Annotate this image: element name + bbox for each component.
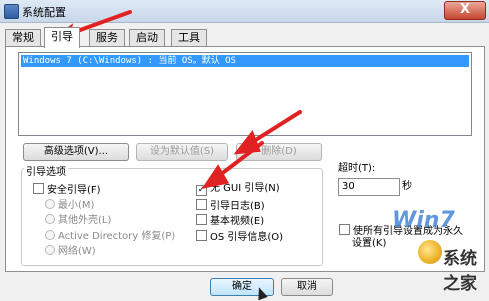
os-boot-info-checkbox[interactable]: [196, 230, 207, 241]
boot-log-label: 引导日志(B): [210, 201, 265, 212]
cancel-button[interactable]: 取消: [281, 278, 333, 296]
ad-repair-option[interactable]: Active Directory 修复(P): [45, 230, 175, 243]
network-label: 网络(W): [58, 246, 96, 257]
close-button[interactable]: X: [444, 1, 486, 20]
timeout-input[interactable]: 30: [338, 178, 400, 196]
tab-boot[interactable]: 引导: [44, 27, 80, 48]
minimal-radio[interactable]: [45, 199, 55, 209]
delete-button[interactable]: 删除(D): [236, 143, 322, 161]
os-boot-info-option[interactable]: OS 引导信息(O): [196, 230, 283, 244]
make-permanent-label-line2: 设置(K): [352, 238, 387, 249]
timeout-label: 超时(T):: [338, 163, 376, 174]
safe-boot-label: 安全引导(F): [47, 185, 101, 196]
safe-boot-option[interactable]: 安全引导(F): [33, 183, 101, 197]
advanced-options-button[interactable]: 高级选项(V)...: [23, 143, 129, 161]
window-title: 系统配置: [22, 6, 66, 19]
tab-tools[interactable]: 工具: [171, 29, 207, 46]
app-icon: [4, 4, 19, 19]
os-boot-info-label: OS 引导信息(O): [210, 232, 284, 243]
tab-startup[interactable]: 启动: [129, 29, 165, 46]
alternate-shell-option[interactable]: 其他外壳(L): [45, 214, 111, 227]
os-list[interactable]: Windows 7 (C:\Windows) : 当前 OS。默认 OS: [18, 52, 472, 136]
alternate-shell-label: 其他外壳(L): [58, 215, 112, 226]
ad-repair-label: Active Directory 修复(P): [58, 231, 176, 242]
no-gui-boot-label: 无 GUI 引导(N): [210, 183, 280, 194]
boot-options-label: 引导选项: [24, 163, 68, 178]
timeout-unit: 秒: [402, 181, 412, 192]
watermark-logo-icon: [418, 240, 442, 264]
minimal-label: 最小(M): [58, 200, 95, 211]
safe-boot-checkbox[interactable]: [33, 183, 44, 194]
boot-log-option[interactable]: 引导日志(B): [196, 199, 265, 213]
network-option[interactable]: 网络(W): [45, 245, 96, 258]
ad-repair-radio[interactable]: [45, 230, 55, 240]
base-video-checkbox[interactable]: [196, 214, 207, 225]
boot-log-checkbox[interactable]: [196, 199, 207, 210]
no-gui-boot-option[interactable]: ✓ 无 GUI 引导(N): [196, 183, 280, 196]
make-permanent-checkbox[interactable]: [339, 224, 350, 235]
set-default-button[interactable]: 设为默认值(S): [136, 143, 228, 161]
alternate-shell-radio[interactable]: [45, 214, 55, 224]
minimal-option[interactable]: 最小(M): [45, 199, 94, 212]
watermark-win-text: Win7: [392, 208, 455, 233]
network-radio[interactable]: [45, 245, 55, 255]
os-list-item[interactable]: Windows 7 (C:\Windows) : 当前 OS。默认 OS: [21, 55, 469, 67]
tab-general[interactable]: 常规: [5, 29, 41, 46]
base-video-option[interactable]: 基本视频(E): [196, 214, 264, 228]
tab-strip: 常规 引导 服务 启动 工具: [5, 27, 485, 48]
title-bar: 系统配置 X: [0, 0, 489, 23]
tab-services[interactable]: 服务: [89, 29, 125, 46]
watermark-site-text: 系统之家: [443, 249, 477, 294]
base-video-label: 基本视频(E): [210, 216, 265, 227]
no-gui-boot-checkbox[interactable]: ✓: [196, 185, 207, 196]
